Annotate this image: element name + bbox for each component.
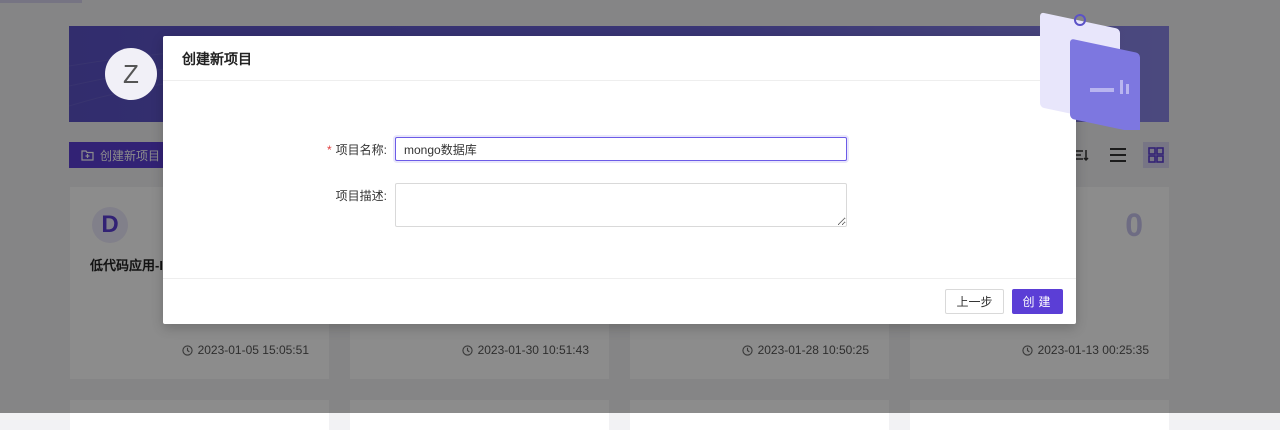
create-project-modal: 创建新项目 *项目名称: 项目描述: 上一步 创建 <box>163 36 1076 324</box>
project-desc-label: 项目描述: <box>335 189 387 203</box>
project-name-input[interactable] <box>395 137 847 161</box>
required-marker: * <box>326 143 332 157</box>
project-name-label: * 项目名称: <box>163 137 395 163</box>
modal-header: 创建新项目 <box>163 36 1076 81</box>
modal-title: 创建新项目 <box>182 51 252 67</box>
project-desc-row: 项目描述: <box>163 183 847 227</box>
project-name-row: * 项目名称: <box>163 137 847 163</box>
project-name-label-text: 项目名称: <box>335 143 387 157</box>
modal-footer: 上一步 创建 <box>163 278 1076 325</box>
previous-step-button[interactable]: 上一步 <box>945 289 1004 314</box>
avatar[interactable]: Z <box>105 48 157 100</box>
create-button[interactable]: 创建 <box>1012 289 1063 314</box>
laptop-illustration-icon <box>1040 12 1140 130</box>
project-desc-input[interactable] <box>395 183 847 227</box>
